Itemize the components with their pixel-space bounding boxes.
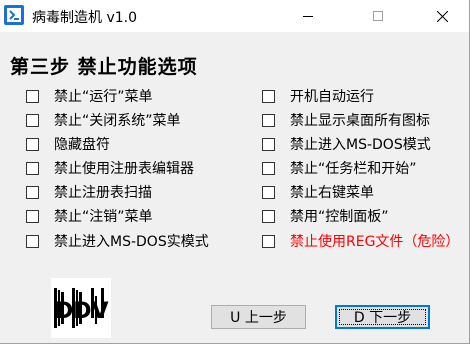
option-hide-drives[interactable]: 隐藏盘符 [26,135,110,153]
next-step-label: D 下一步 [353,310,412,326]
option-label-danger: 禁止使用REG文件（危险） [290,234,460,250]
option-label: 禁止“关闭系统”菜单 [54,113,181,129]
minimize-button[interactable] [285,0,331,32]
option-label: 禁止“运行”菜单 [54,89,153,105]
checkbox[interactable] [26,209,39,223]
option-disable-registry-scan[interactable]: 禁止注册表扫描 [26,183,152,201]
option-label: 禁止进入MS-DOS模式 [290,137,431,153]
step-title: 第三步 禁止功能选项 [10,56,198,78]
option-disable-msdos-real-mode[interactable]: 禁止进入MS-DOS实模式 [26,232,209,250]
option-autorun-on-boot[interactable]: 开机自动运行 [262,87,374,105]
next-step-button[interactable]: D 下一步 [335,305,430,329]
checkbox[interactable] [262,113,275,127]
checkbox[interactable] [262,185,275,199]
minimize-icon [303,16,313,17]
previous-step-label: U 上一步 [230,310,287,326]
option-disable-shutdown-menu[interactable]: 禁止“关闭系统”菜单 [26,111,181,129]
checkbox[interactable] [262,137,275,151]
checkbox[interactable] [26,234,39,248]
checkbox[interactable] [26,113,39,127]
close-icon [436,10,448,22]
maximize-icon [373,11,383,21]
logo-text: DDV [55,299,109,324]
option-disable-context-menu[interactable]: 禁止右键菜单 [262,183,374,201]
option-disable-run-menu[interactable]: 禁止“运行”菜单 [26,87,153,105]
checkbox[interactable] [262,161,275,175]
option-disable-control-panel[interactable]: 禁用“控制面板” [262,207,389,225]
option-label: 禁止显示桌面所有图标 [290,113,430,129]
title-bar[interactable]: 病毒制造机 v1.0 [0,0,469,32]
ddv-logo: DDV [51,278,111,338]
option-label: 开机自动运行 [290,89,374,105]
option-disable-msdos-mode[interactable]: 禁止进入MS-DOS模式 [262,135,431,153]
option-label: 禁止“任务栏和开始” [290,161,417,177]
checkbox[interactable] [26,161,39,175]
checkbox[interactable] [262,234,275,248]
checkbox[interactable] [26,185,39,199]
option-label: 禁止“注销”菜单 [54,209,153,225]
checkbox[interactable] [26,89,39,103]
option-disable-taskbar-start[interactable]: 禁止“任务栏和开始” [262,159,417,177]
window-title: 病毒制造机 v1.0 [32,10,137,26]
option-hide-desktop-icons[interactable]: 禁止显示桌面所有图标 [262,111,430,129]
app-icon[interactable] [4,5,24,25]
previous-step-button[interactable]: U 上一步 [211,305,306,329]
option-disable-regedit[interactable]: 禁止使用注册表编辑器 [26,159,194,177]
option-disable-reg-files[interactable]: 禁止使用REG文件（危险） [262,232,459,250]
option-label: 禁止注册表扫描 [54,185,152,201]
maximize-button[interactable] [355,0,401,32]
option-label: 禁止使用注册表编辑器 [54,161,194,177]
option-label: 禁止右键菜单 [290,185,374,201]
close-button[interactable] [419,0,465,32]
checkbox[interactable] [262,209,275,223]
checkbox[interactable] [262,89,275,103]
option-disable-logoff-menu[interactable]: 禁止“注销”菜单 [26,207,153,225]
option-label: 隐藏盘符 [54,137,110,153]
option-label: 禁止进入MS-DOS实模式 [54,234,209,250]
option-label: 禁用“控制面板” [290,209,389,225]
app-window: 病毒制造机 v1.0 第三步 禁止功能选项 禁止“运行”菜单 禁止“关闭系统”菜… [0,0,470,344]
checkbox[interactable] [26,137,39,151]
ddv-logo-graphic: DDV [51,278,111,338]
